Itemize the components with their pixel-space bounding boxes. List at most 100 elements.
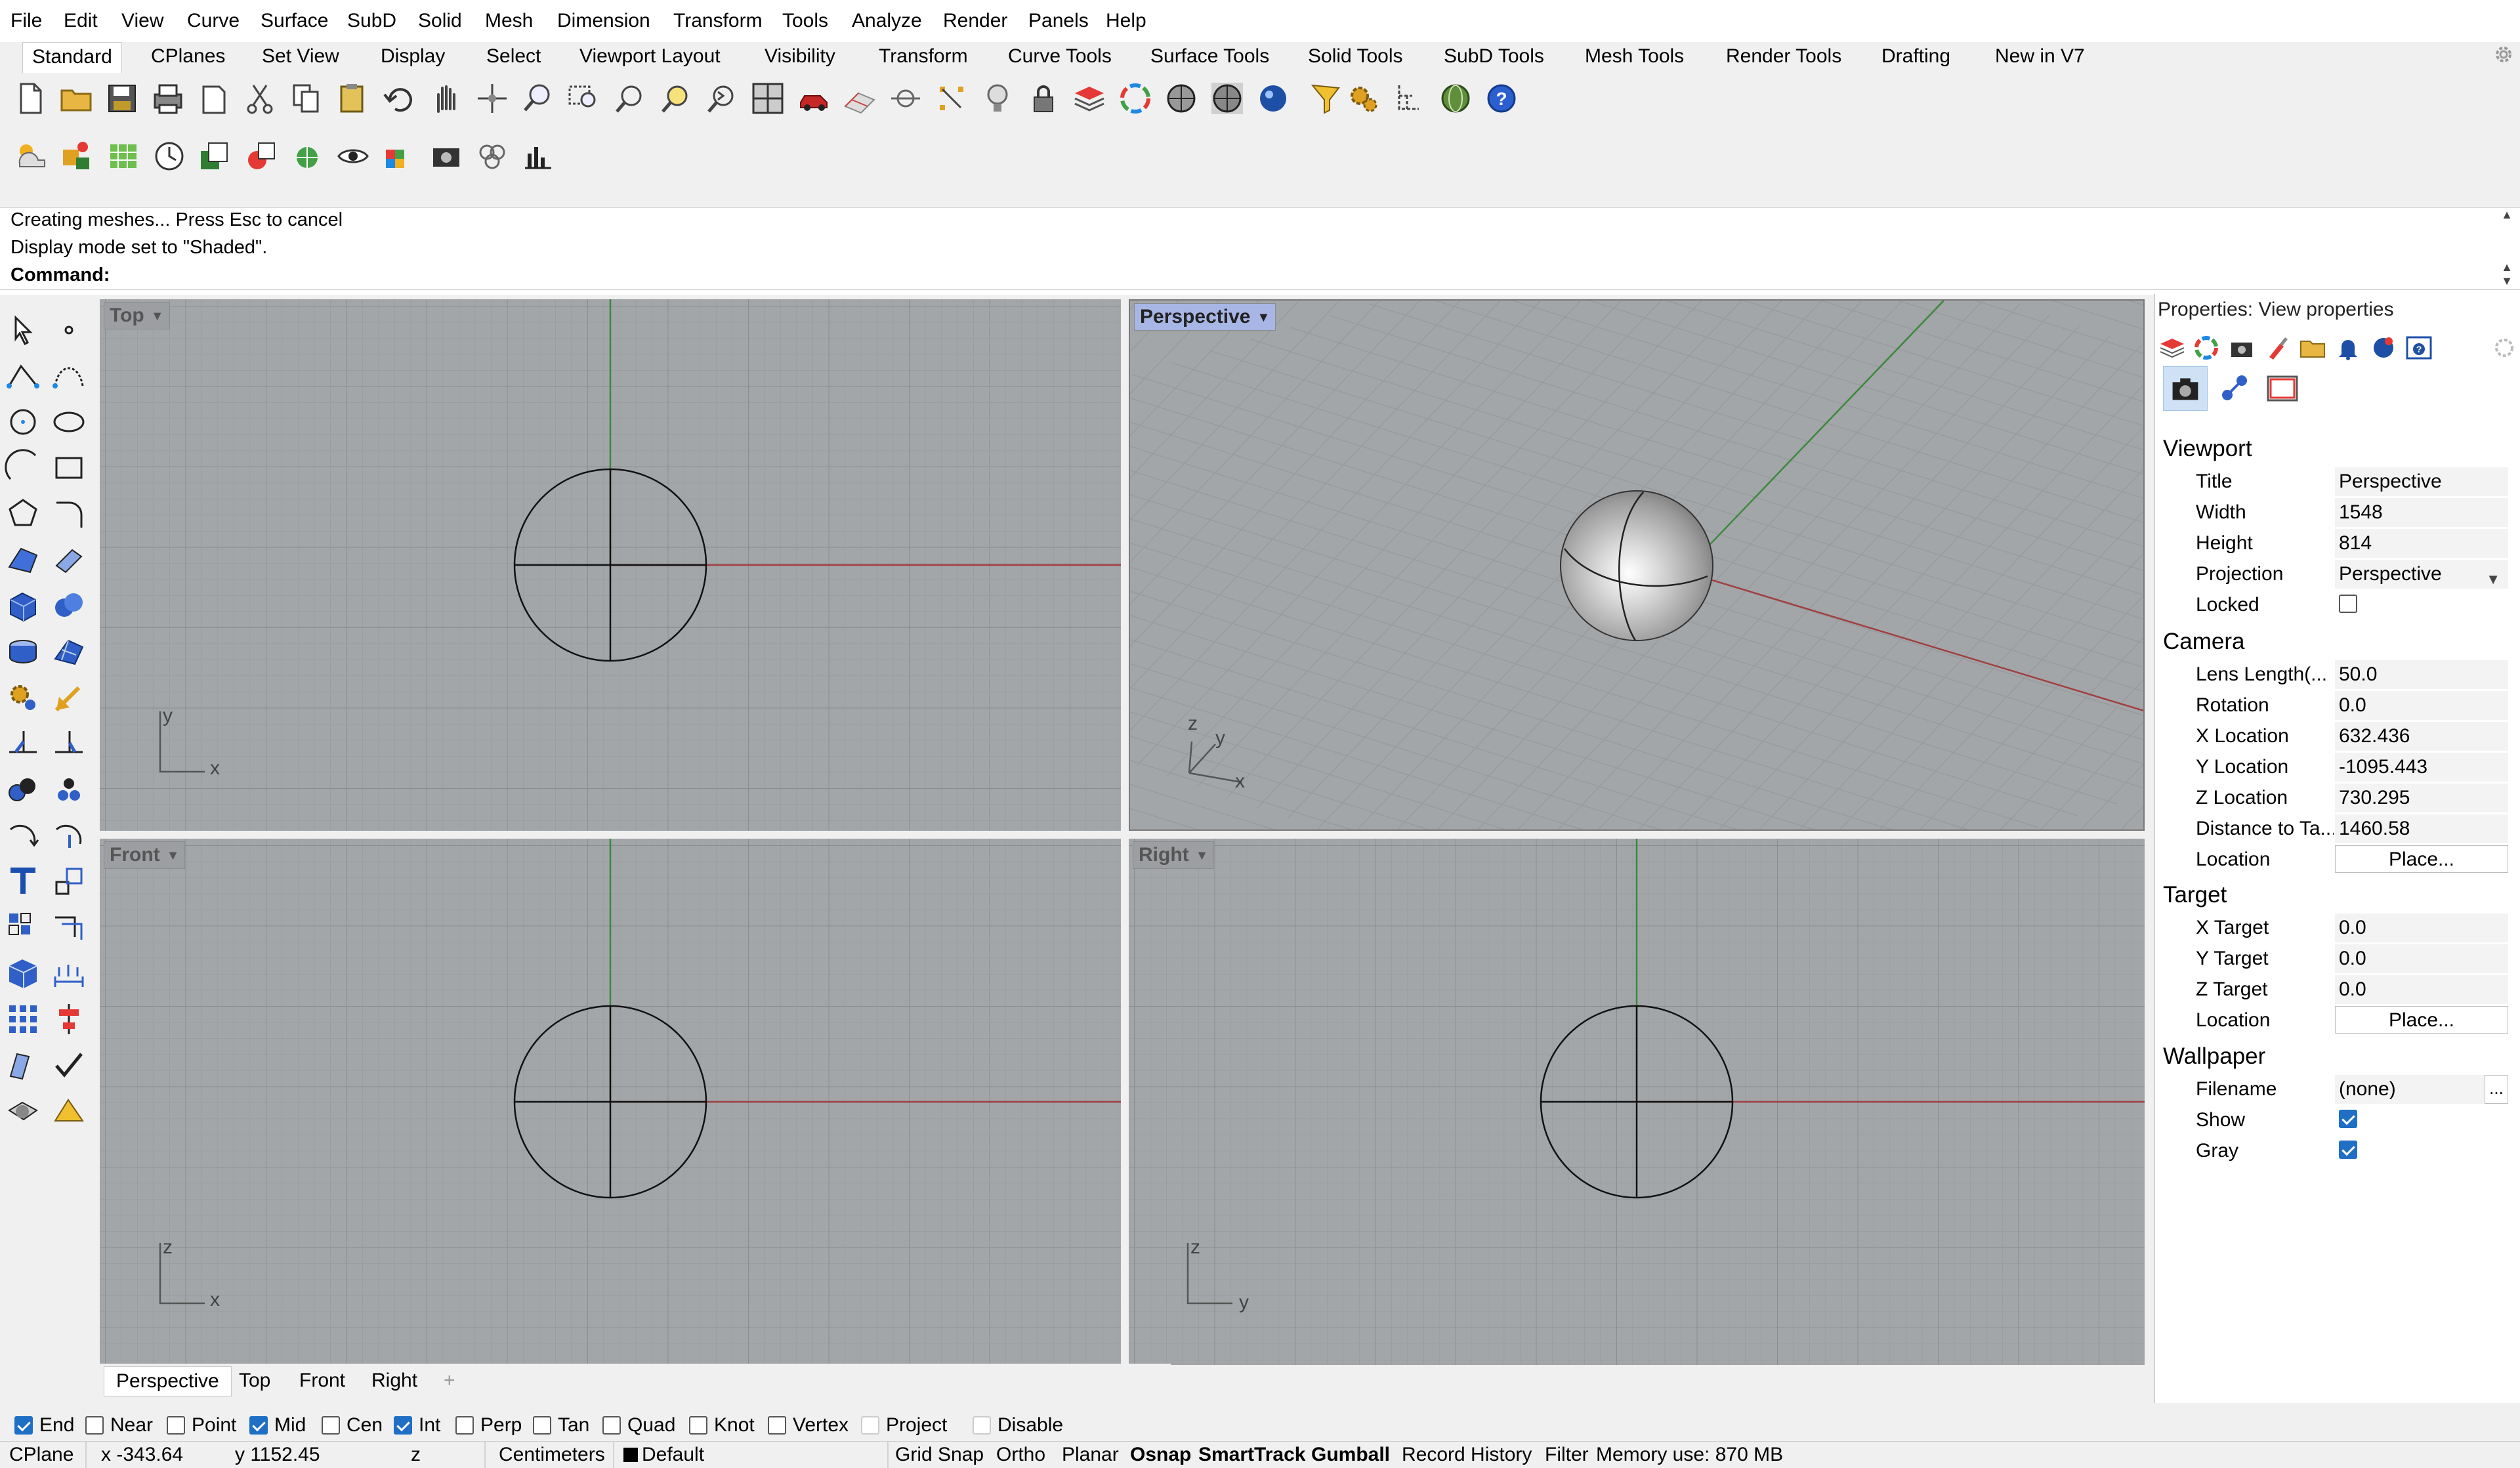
distance-field[interactable]: 1460.58 (2335, 814, 2508, 843)
osnap-knot[interactable]: Knot (689, 1414, 755, 1437)
checkbox[interactable] (768, 1416, 786, 1435)
split-icon[interactable] (50, 724, 88, 763)
checkbox[interactable] (602, 1416, 621, 1435)
status-smarttrack[interactable]: SmartTrack (1198, 1443, 1305, 1467)
menu-file[interactable]: File (10, 9, 42, 33)
color-wheel-icon[interactable] (1117, 80, 1154, 117)
environment-icon[interactable] (105, 138, 142, 175)
arc-icon[interactable] (4, 449, 42, 487)
color-wheel-icon[interactable] (2192, 333, 2221, 362)
tab-visibility[interactable]: Visibility (765, 45, 835, 68)
osnap-vertex[interactable]: Vertex (768, 1414, 849, 1437)
menu-surface[interactable]: Surface (261, 9, 328, 33)
viewport-tab-perspective[interactable]: Perspective (104, 1366, 232, 1396)
viewport-title-right[interactable]: Right ▼ (1133, 841, 1215, 869)
osnap-quad[interactable]: Quad (602, 1414, 675, 1437)
polyline-icon[interactable] (4, 357, 42, 395)
checkbox[interactable] (861, 1416, 879, 1435)
light-icon[interactable] (50, 1092, 88, 1130)
checkbox[interactable] (533, 1416, 551, 1435)
move-arc-icon[interactable] (50, 816, 88, 854)
lens-length-field[interactable]: 50.0 (2335, 660, 2508, 689)
osnap-point[interactable]: Point (167, 1414, 236, 1437)
target-place-button[interactable]: Place... (2335, 1006, 2508, 1034)
texture-icon[interactable] (197, 138, 234, 175)
status-layer[interactable]: Default (623, 1443, 704, 1467)
ellipse-icon[interactable] (50, 403, 88, 441)
status-osnap[interactable]: Osnap (1130, 1443, 1191, 1467)
render-object-icon[interactable] (4, 1092, 42, 1130)
osnap-mid[interactable]: Mid (249, 1414, 306, 1437)
box-icon[interactable] (4, 587, 42, 625)
environment-sphere-icon[interactable] (2369, 333, 2398, 362)
help-icon[interactable]: ? (1483, 80, 1520, 117)
bell-icon[interactable] (2334, 333, 2362, 362)
y-location-field[interactable]: -1095.443 (2335, 753, 2508, 782)
rotation-field[interactable]: 0.0 (2335, 691, 2508, 720)
width-field[interactable]: 1548 (2335, 498, 2508, 527)
tab-display[interactable]: Display (381, 45, 445, 68)
extrude-curve-icon[interactable] (50, 541, 88, 579)
status-record-history[interactable]: Record History (1402, 1443, 1532, 1467)
locked-checkbox[interactable] (2339, 595, 2357, 613)
check-icon[interactable] (50, 1046, 88, 1084)
surface-from-points-icon[interactable] (4, 541, 42, 579)
osnap-perp[interactable]: Perp (455, 1414, 522, 1437)
object-snap-icon[interactable] (887, 80, 924, 117)
transform-gear-icon[interactable] (4, 679, 42, 717)
texture-mapping-icon[interactable] (289, 138, 326, 175)
menu-subd[interactable]: SubD (347, 9, 396, 33)
checkbox[interactable] (455, 1416, 474, 1435)
checkbox[interactable] (689, 1416, 707, 1435)
tab-viewport-layout[interactable]: Viewport Layout (579, 45, 721, 68)
gray-checkbox[interactable] (2339, 1141, 2357, 1159)
mesh-surface-icon[interactable] (50, 633, 88, 671)
points-on-icon[interactable] (933, 80, 970, 117)
align-icon[interactable] (50, 1000, 88, 1038)
osnap-disable[interactable]: Disable (973, 1414, 1063, 1437)
zoom-extents-icon[interactable] (612, 80, 648, 117)
filename-field[interactable]: (none)... (2335, 1075, 2508, 1104)
y-target-field[interactable]: 0.0 (2335, 944, 2508, 973)
x-location-field[interactable]: 632.436 (2335, 722, 2508, 751)
fillet-curve-icon[interactable] (50, 495, 88, 533)
menu-help[interactable]: Help (1106, 9, 1146, 33)
chevron-down-icon[interactable]: ▼ (167, 843, 180, 869)
tab-curve-tools[interactable]: Curve Tools (1008, 45, 1112, 68)
material-icon[interactable] (243, 138, 280, 175)
status-gumball[interactable]: Gumball (1311, 1443, 1390, 1467)
viewport-right[interactable]: z y Right ▼ (1129, 839, 2145, 1365)
lock-icon[interactable] (1025, 80, 1062, 117)
osnap-near[interactable]: Near (85, 1414, 153, 1437)
display-window-icon[interactable] (2260, 366, 2305, 411)
title-field[interactable]: Perspective (2335, 467, 2508, 496)
osnap-cen[interactable]: Cen (322, 1414, 383, 1437)
menu-edit[interactable]: Edit (64, 9, 98, 33)
copy-icon[interactable] (287, 80, 324, 117)
menu-dimension[interactable]: Dimension (557, 9, 650, 33)
analyze-icon[interactable] (4, 1046, 42, 1084)
shaded-sphere-icon[interactable] (1163, 80, 1200, 117)
osnap-end[interactable]: End (14, 1414, 74, 1437)
scale-icon[interactable] (50, 862, 88, 900)
rotate-view-icon[interactable] (474, 80, 511, 117)
status-ortho[interactable]: Ortho (996, 1443, 1045, 1467)
menu-tools[interactable]: Tools (782, 9, 828, 33)
osnap-project[interactable]: Project (861, 1414, 947, 1437)
projection-select[interactable]: Perspective ▼ (2335, 560, 2508, 589)
grid-array-icon[interactable] (4, 1000, 42, 1038)
explode-icon[interactable] (50, 770, 88, 808)
add-viewport-tab-icon[interactable]: + (444, 1369, 455, 1393)
tab-transform[interactable]: Transform (879, 45, 968, 68)
linear-dimension-icon[interactable] (50, 954, 88, 992)
globe-icon[interactable] (1437, 80, 1474, 117)
camera-place-button[interactable]: Place... (2335, 845, 2508, 873)
camera-icon[interactable] (428, 138, 465, 175)
command-scroll[interactable]: ▲ ▼ (2499, 261, 2515, 288)
camera-icon[interactable] (2227, 333, 2256, 362)
dimension-tree-icon[interactable] (1391, 80, 1428, 117)
command-input[interactable] (113, 266, 2491, 291)
menu-solid[interactable]: Solid (418, 9, 462, 33)
zoom-selected-icon[interactable] (658, 80, 694, 117)
tab-cplanes[interactable]: CPlanes (151, 45, 225, 68)
